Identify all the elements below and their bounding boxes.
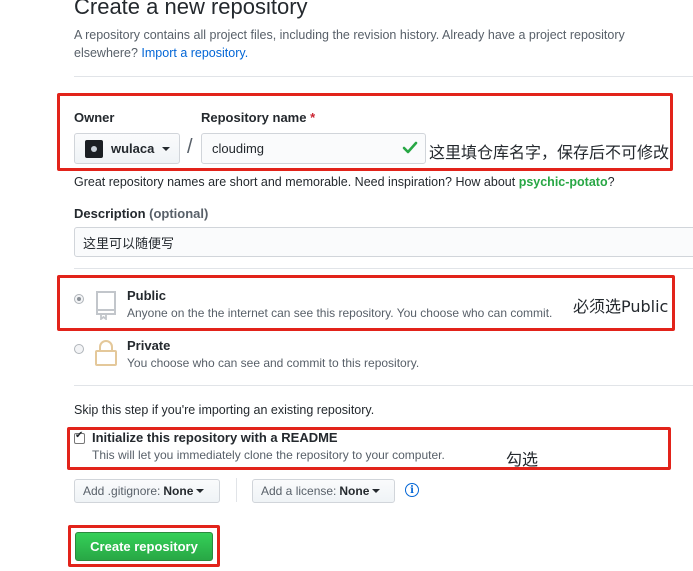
repo-name-label-text: Repository name xyxy=(201,110,307,125)
public-title: Public xyxy=(127,288,167,303)
owner-name: wulaca xyxy=(111,141,155,156)
chevron-down-icon xyxy=(196,489,205,493)
chevron-down-icon xyxy=(162,146,171,151)
owner-avatar xyxy=(85,139,103,158)
suggestion-text: Great repository names are short and mem… xyxy=(74,175,516,189)
annotation-repo-name: 这里填仓库名字，保存后不可修改 xyxy=(429,143,670,162)
owner-repo-separator: / xyxy=(187,136,193,158)
required-mark: * xyxy=(310,110,316,125)
public-description: Anyone on the the internet can see this … xyxy=(127,306,553,320)
divider xyxy=(74,268,693,269)
gitignore-value: None xyxy=(163,484,194,498)
readme-description: This will let you immediately clone the … xyxy=(92,448,445,462)
create-repository-button[interactable]: Create repository xyxy=(75,532,213,561)
private-title: Private xyxy=(127,338,171,353)
owner-select[interactable]: wulaca xyxy=(74,133,180,164)
description-label-text: Description xyxy=(74,206,146,221)
annotation-public: 必须选Public xyxy=(573,297,669,316)
private-description: You choose who can see and commit to thi… xyxy=(127,356,420,370)
gitignore-label: Add .gitignore: xyxy=(83,484,161,498)
name-suggestion: Great repository names are short and mem… xyxy=(74,175,615,189)
repo-icon xyxy=(96,291,116,320)
lock-icon xyxy=(95,340,117,366)
page-intro: A repository contains all project files,… xyxy=(74,26,674,62)
skip-hint: Skip this step if you're importing an ex… xyxy=(74,403,375,417)
divider xyxy=(74,385,693,386)
import-repository-link[interactable]: Import a repository. xyxy=(141,46,248,60)
description-input[interactable] xyxy=(74,227,693,257)
readme-checkbox[interactable] xyxy=(74,430,85,444)
public-radio[interactable] xyxy=(74,294,84,304)
suggestion-suffix: ? xyxy=(607,175,615,189)
annotation-readme: 勾选 xyxy=(506,450,539,469)
license-label: Add a license: xyxy=(261,484,337,498)
repository-name-input[interactable] xyxy=(201,133,426,164)
gitignore-select[interactable]: Add .gitignore: None xyxy=(74,479,220,503)
description-label: Description (optional) xyxy=(74,206,208,221)
license-select[interactable]: Add a license: None xyxy=(252,479,395,503)
private-radio[interactable] xyxy=(74,344,84,354)
suggested-name[interactable]: psychic-potato xyxy=(519,175,608,189)
divider xyxy=(74,76,693,77)
chevron-down-icon xyxy=(372,489,381,493)
owner-label: Owner xyxy=(74,110,115,125)
readme-title[interactable]: Initialize this repository with a README xyxy=(92,430,338,445)
license-value: None xyxy=(339,484,370,498)
optional-hint: (optional) xyxy=(149,206,209,221)
repo-name-label: Repository name * xyxy=(201,110,315,125)
page-title: Create a new repository xyxy=(74,0,308,19)
info-icon[interactable]: i xyxy=(405,483,419,497)
check-icon xyxy=(402,141,418,154)
select-separator xyxy=(236,478,237,502)
